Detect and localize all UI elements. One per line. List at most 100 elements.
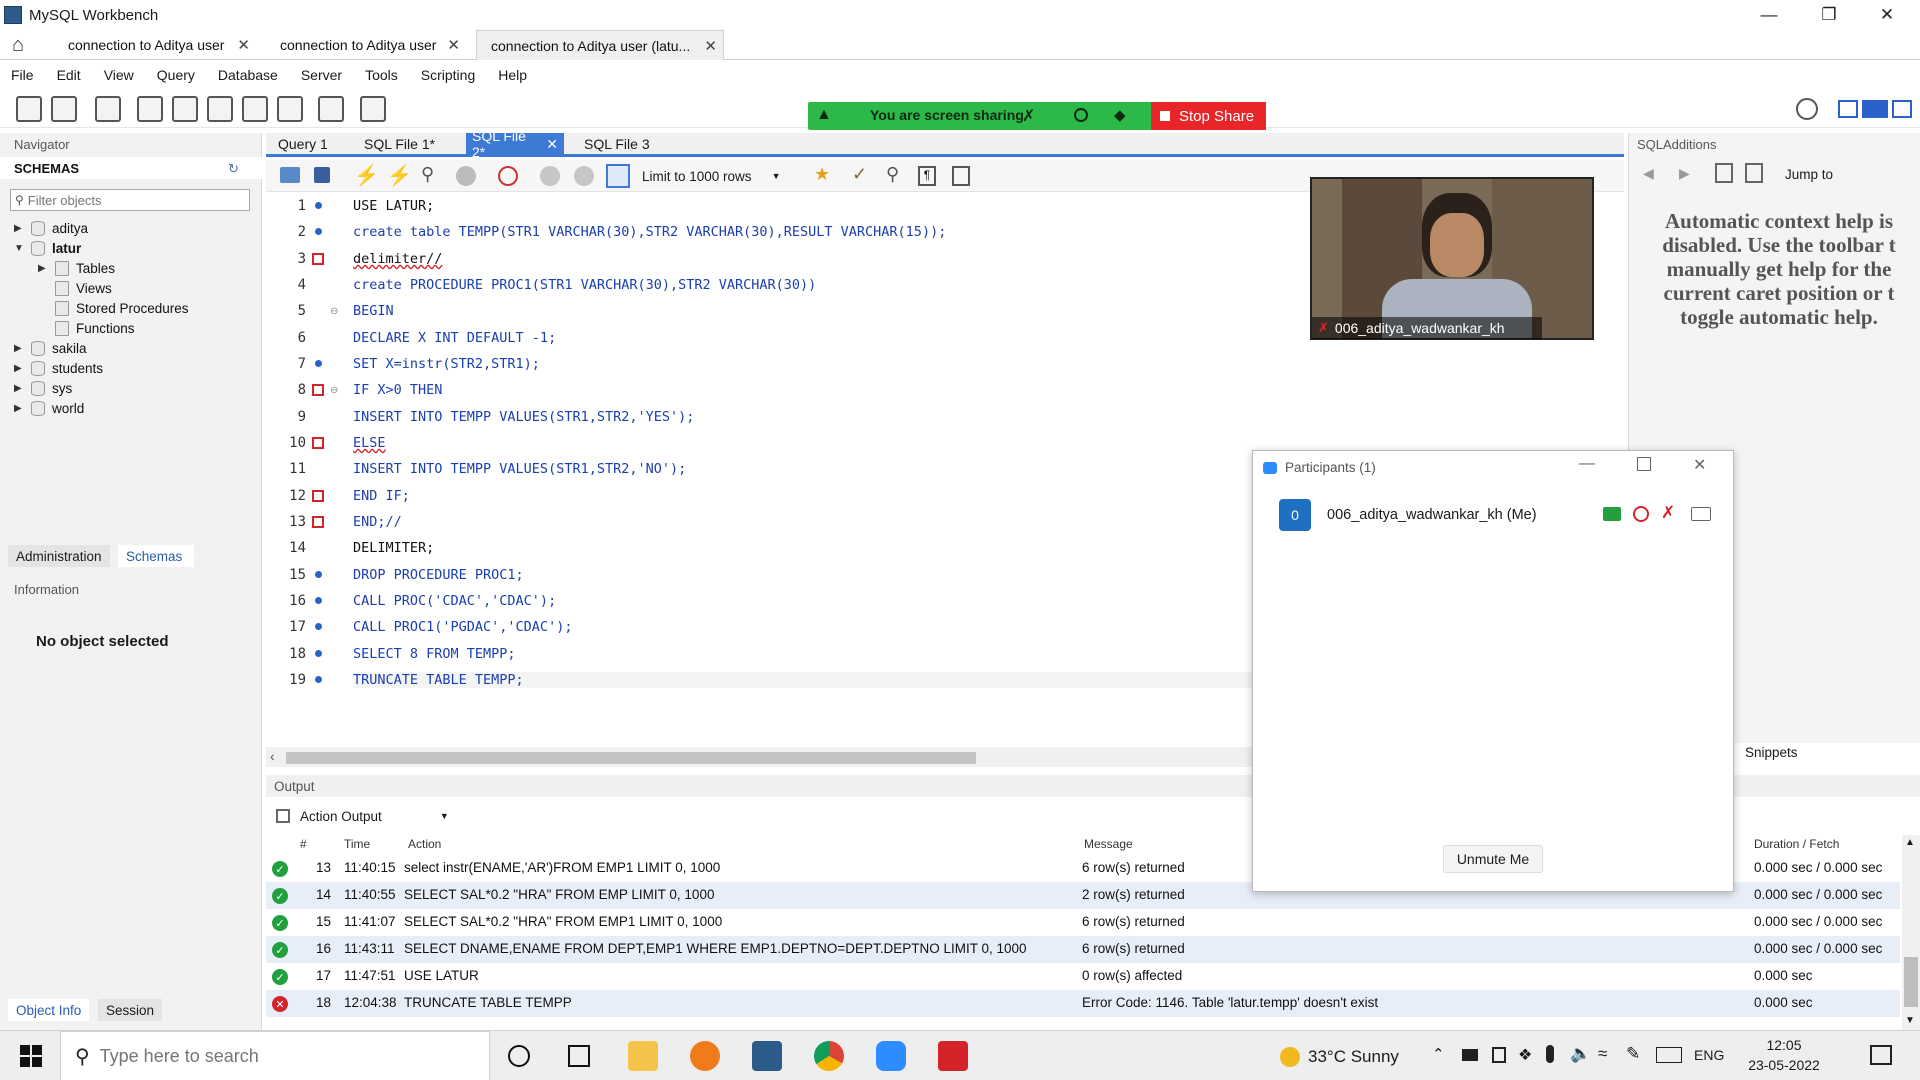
- mic-muted-icon[interactable]: ✗: [1661, 503, 1675, 523]
- menu-tools[interactable]: Tools: [354, 67, 410, 83]
- menu-help[interactable]: Help: [487, 67, 539, 83]
- record-icon[interactable]: [1074, 108, 1088, 122]
- schema-aditya[interactable]: ▶ aditya: [14, 221, 88, 236]
- scroll-thumb[interactable]: [286, 752, 976, 764]
- output-row[interactable]: ✕ 18 12:04:38 TRUNCATE TABLE TEMPP Error…: [266, 990, 1900, 1017]
- scroll-thumb[interactable]: [1904, 957, 1918, 1007]
- fold-icon[interactable]: ⊖: [330, 385, 338, 396]
- notification-icon[interactable]: [1870, 1045, 1892, 1065]
- create-view-icon[interactable]: [207, 96, 233, 122]
- add-snippet-icon[interactable]: ★: [814, 164, 830, 185]
- cortana-icon[interactable]: [508, 1045, 530, 1067]
- toggle-secondary-sidebar-icon[interactable]: [1892, 100, 1912, 118]
- minimize-button[interactable]: —: [1579, 455, 1595, 473]
- create-procedure-icon[interactable]: [242, 96, 268, 122]
- close-icon[interactable]: ✕: [704, 37, 717, 55]
- toggle-output-icon[interactable]: [1862, 100, 1888, 118]
- volume-icon[interactable]: 🔈: [1570, 1044, 1591, 1064]
- latur-stored-procedures[interactable]: Stored Procedures: [55, 301, 189, 316]
- schema-world[interactable]: ▶ world: [14, 401, 84, 416]
- invisible-chars-icon[interactable]: ¶: [918, 166, 936, 186]
- menu-server[interactable]: Server: [290, 67, 354, 83]
- tab-sql-file-1[interactable]: SQL File 1*: [358, 133, 441, 155]
- video-thumbnail[interactable]: ✗ 006_aditya_wadwankar_kh: [1310, 177, 1594, 340]
- menu-file[interactable]: File: [0, 67, 46, 83]
- refresh-icon[interactable]: ↻: [228, 161, 239, 177]
- output-row[interactable]: ✓ 17 11:47:51 USE LATUR 0 row(s) affecte…: [266, 963, 1900, 990]
- unmute-button[interactable]: Unmute Me: [1443, 845, 1543, 873]
- autocommit-icon[interactable]: [606, 164, 630, 188]
- taskbar-search-input[interactable]: [99, 1045, 460, 1067]
- dropbox-icon[interactable]: ❖: [1518, 1045, 1532, 1065]
- beautify-icon[interactable]: ✓: [852, 164, 867, 185]
- horizontal-scrollbar[interactable]: ‹: [266, 747, 1266, 767]
- menu-database[interactable]: Database: [207, 67, 290, 83]
- windows-start-icon[interactable]: [20, 1045, 42, 1067]
- manual-help-icon[interactable]: [1715, 163, 1733, 183]
- minimize-button[interactable]: —: [1740, 0, 1798, 30]
- restore-button[interactable]: ❐: [1800, 0, 1858, 30]
- search-table-data-icon[interactable]: [318, 96, 344, 122]
- tab-sql-file-2[interactable]: SQL File 2* ✕: [466, 128, 564, 160]
- close-button[interactable]: ✕: [1693, 455, 1706, 475]
- error-toggle-icon[interactable]: [498, 166, 518, 186]
- execute-current-icon[interactable]: ⚡: [387, 163, 412, 188]
- stop-icon[interactable]: [456, 166, 476, 186]
- camera-icon[interactable]: [1492, 1047, 1506, 1063]
- toggle-sidebar-icon[interactable]: [1838, 100, 1858, 118]
- vivaldi-icon[interactable]: [938, 1041, 968, 1071]
- tab-sql-file-3[interactable]: SQL File 3: [578, 133, 656, 155]
- expand-icon[interactable]: ▶: [14, 363, 26, 374]
- fold-icon[interactable]: ⊖: [330, 306, 338, 317]
- shield-icon[interactable]: ◆: [1114, 106, 1126, 124]
- weather-text[interactable]: 33°C Sunny: [1308, 1047, 1399, 1067]
- tab-object-info[interactable]: Object Info: [8, 999, 90, 1021]
- create-schema-icon[interactable]: [137, 96, 163, 122]
- auto-help-icon[interactable]: [1745, 163, 1763, 183]
- zoom-taskbar-icon[interactable]: [876, 1041, 906, 1071]
- reconnect-icon[interactable]: [360, 96, 386, 122]
- expand-icon[interactable]: ▶: [14, 403, 26, 414]
- tab-schemas[interactable]: Schemas: [118, 545, 194, 567]
- snippets-tab[interactable]: Snippets: [1739, 745, 1804, 760]
- schema-sakila[interactable]: ▶ sakila: [14, 341, 87, 356]
- open-file-icon[interactable]: [280, 167, 300, 183]
- language-indicator[interactable]: ENG: [1694, 1047, 1724, 1063]
- clock-date[interactable]: 23-05-2022: [1746, 1057, 1822, 1073]
- inspector-icon[interactable]: [95, 96, 121, 122]
- expand-icon[interactable]: ▶: [14, 223, 26, 234]
- battery-icon[interactable]: [1462, 1049, 1478, 1061]
- scroll-up-icon[interactable]: ▲: [1905, 837, 1915, 848]
- scroll-down-icon[interactable]: ▼: [1905, 1015, 1915, 1026]
- close-icon[interactable]: ✕: [546, 136, 558, 153]
- clock-time[interactable]: 12:05: [1746, 1037, 1822, 1053]
- close-icon[interactable]: ✕: [237, 36, 250, 54]
- mysql-workbench-taskbar-icon[interactable]: [752, 1041, 782, 1071]
- jump-to-label[interactable]: Jump to: [1785, 167, 1833, 182]
- collapse-icon[interactable]: ▼: [14, 243, 26, 254]
- pen-icon[interactable]: ✎: [1626, 1044, 1640, 1064]
- filter-input[interactable]: [27, 192, 228, 208]
- task-view-icon[interactable]: [568, 1045, 590, 1067]
- tab-administration[interactable]: Administration: [8, 545, 110, 567]
- chevron-up-icon[interactable]: ⌃: [1432, 1045, 1445, 1063]
- menu-scripting[interactable]: Scripting: [410, 67, 487, 83]
- schema-students[interactable]: ▶ students: [14, 361, 103, 376]
- conn-tab-2[interactable]: connection to Aditya user ✕: [266, 30, 466, 60]
- copy-icon[interactable]: [276, 809, 290, 823]
- chrome-icon[interactable]: [814, 1041, 844, 1071]
- output-type-select[interactable]: Action Output ▼: [300, 805, 480, 827]
- forward-icon[interactable]: ▶: [1679, 165, 1690, 182]
- microphone-icon[interactable]: [1546, 1045, 1554, 1063]
- latur-functions[interactable]: Functions: [55, 321, 135, 336]
- wifi-icon[interactable]: ≈: [1598, 1044, 1607, 1064]
- commit-icon[interactable]: [540, 166, 560, 186]
- tab-session[interactable]: Session: [98, 999, 163, 1021]
- close-button[interactable]: ✕: [1858, 0, 1916, 30]
- firefox-icon[interactable]: [690, 1041, 720, 1071]
- schema-sys[interactable]: ▶ sys: [14, 381, 72, 396]
- video-icon[interactable]: [1691, 507, 1711, 521]
- schema-latur[interactable]: ▼ latur: [14, 241, 81, 256]
- vertical-scrollbar[interactable]: ▲ ▼: [1902, 835, 1920, 1030]
- output-row[interactable]: ✓ 16 11:43:11 SELECT DNAME,ENAME FROM DE…: [266, 936, 1900, 963]
